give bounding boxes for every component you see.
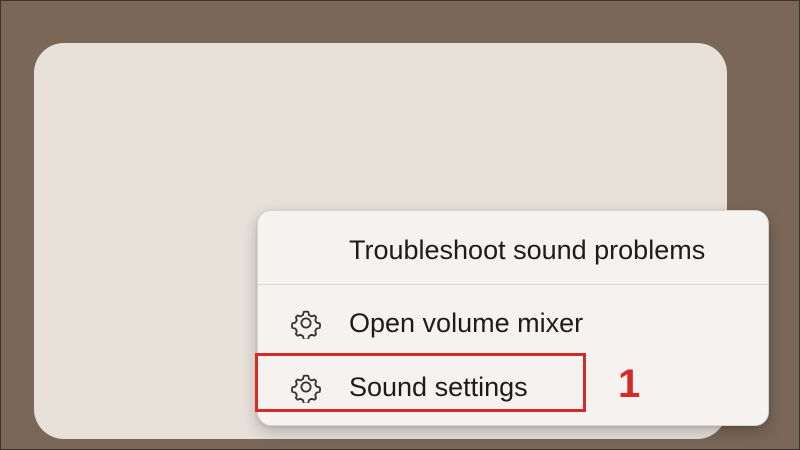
gear-icon: [291, 374, 321, 403]
menu-item-label: Troubleshoot sound problems: [349, 234, 706, 265]
step-number-annotation: 1: [618, 362, 641, 406]
sound-context-menu: Troubleshoot sound problems Open volume …: [257, 210, 769, 426]
menu-item-sound-settings[interactable]: Sound settings: [258, 359, 768, 415]
menu-item-label: Sound settings: [349, 371, 528, 402]
gear-icon: [291, 310, 321, 339]
menu-item-open-volume-mixer[interactable]: Open volume mixer: [258, 295, 768, 351]
menu-divider: [258, 284, 768, 285]
menu-item-label: Open volume mixer: [349, 307, 584, 338]
menu-item-troubleshoot-sound[interactable]: Troubleshoot sound problems: [258, 222, 768, 278]
